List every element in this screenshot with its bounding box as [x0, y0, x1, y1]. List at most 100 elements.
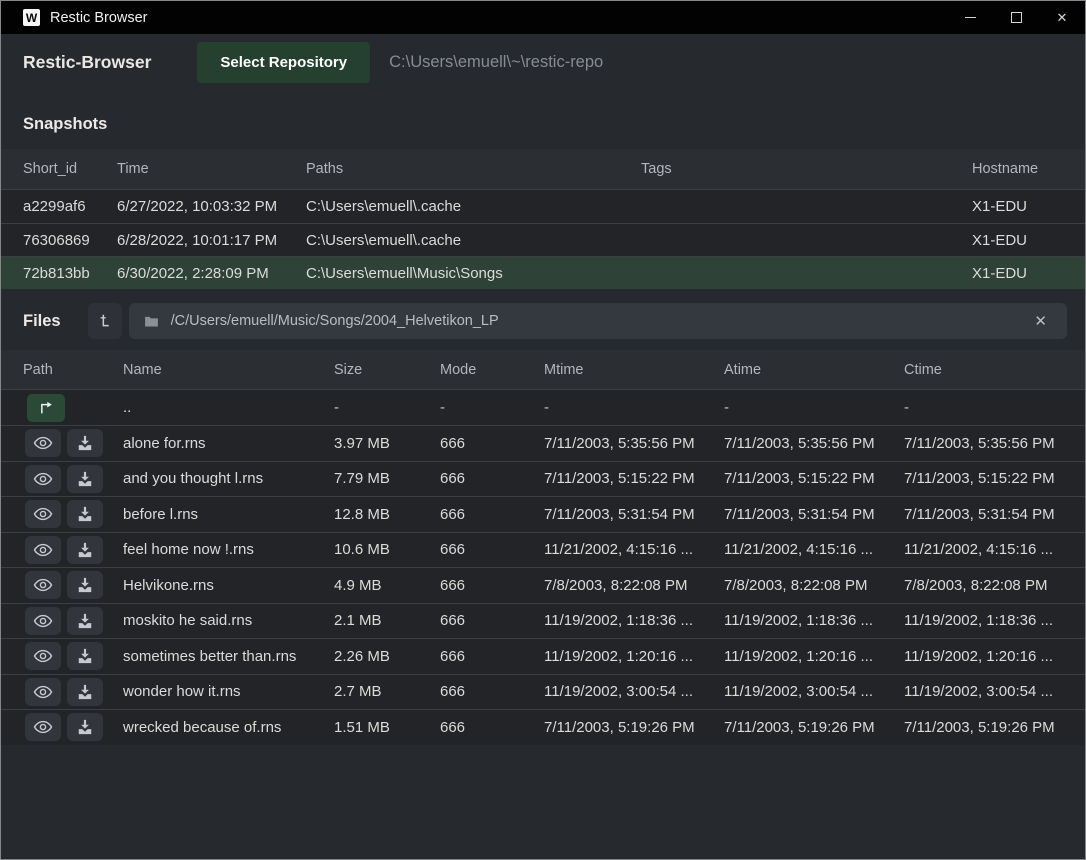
file-mtime: - [544, 399, 724, 416]
file-row[interactable]: moskito he said.rns 2.1 MB 666 11/19/200… [1, 603, 1085, 639]
close-icon: ✕ [1057, 10, 1068, 26]
column-paths: Paths [306, 161, 641, 177]
preview-file-button[interactable] [25, 642, 61, 670]
current-path-bar[interactable]: /C/Users/emuell/Music/Songs/2004_Helveti… [129, 303, 1067, 339]
eye-icon [33, 540, 53, 560]
download-file-button[interactable] [67, 571, 103, 599]
file-ctime: 7/11/2003, 5:19:26 PM [904, 719, 1085, 736]
preview-file-button[interactable] [25, 607, 61, 635]
file-ctime: 7/11/2003, 5:15:22 PM [904, 470, 1085, 487]
preview-file-button[interactable] [25, 500, 61, 528]
column-size: Size [334, 362, 440, 378]
file-ctime: - [904, 399, 1085, 416]
snapshot-hostname: X1-EDU [972, 232, 1085, 249]
snapshot-short-id: a2299af6 [23, 198, 117, 215]
file-actions [23, 465, 123, 493]
preview-file-button[interactable] [25, 678, 61, 706]
snapshots-heading: Snapshots [1, 91, 1085, 149]
file-atime: 7/11/2003, 5:35:56 PM [724, 435, 904, 452]
go-parent-directory-button[interactable] [27, 394, 65, 422]
file-row[interactable]: wonder how it.rns 2.7 MB 666 11/19/2002,… [1, 674, 1085, 710]
file-size: 2.1 MB [334, 612, 440, 629]
maximize-button[interactable] [993, 1, 1039, 34]
file-mode: 666 [440, 683, 544, 700]
parent-dir-icon [36, 398, 56, 418]
preview-file-button[interactable] [25, 429, 61, 457]
file-ctime: 7/11/2003, 5:35:56 PM [904, 435, 1085, 452]
file-size: 2.26 MB [334, 648, 440, 665]
app-window: W Restic Browser ✕ Restic-Browser Select… [0, 0, 1086, 860]
app-logo-icon: W [23, 9, 40, 26]
file-actions [23, 571, 123, 599]
maximize-icon [1011, 12, 1022, 23]
file-mtime: 7/11/2003, 5:19:26 PM [544, 719, 724, 736]
file-ctime: 7/8/2003, 8:22:08 PM [904, 577, 1085, 594]
file-mode: 666 [440, 541, 544, 558]
preview-file-button[interactable] [25, 536, 61, 564]
file-ctime: 11/19/2002, 1:18:36 ... [904, 612, 1085, 629]
file-atime: 7/11/2003, 5:19:26 PM [724, 719, 904, 736]
file-mtime: 7/11/2003, 5:35:56 PM [544, 435, 724, 452]
preview-file-button[interactable] [25, 571, 61, 599]
preview-file-button[interactable] [25, 713, 61, 741]
file-row[interactable]: alone for.rns 3.97 MB 666 7/11/2003, 5:3… [1, 425, 1085, 461]
empty-area [1, 745, 1085, 860]
download-file-button[interactable] [67, 607, 103, 635]
file-name: sometimes better than.rns [123, 648, 334, 665]
download-file-button[interactable] [67, 500, 103, 528]
snapshot-short-id: 72b813bb [23, 265, 117, 282]
download-icon [75, 575, 95, 595]
file-row[interactable]: sometimes better than.rns 2.26 MB 666 11… [1, 638, 1085, 674]
files-table-header: Path Name Size Mode Mtime Atime Ctime [1, 350, 1085, 390]
file-mode: 666 [440, 506, 544, 523]
file-row[interactable]: and you thought l.rns 7.79 MB 666 7/11/2… [1, 461, 1085, 497]
file-mtime: 7/8/2003, 8:22:08 PM [544, 577, 724, 594]
download-file-button[interactable] [67, 465, 103, 493]
download-file-button[interactable] [67, 536, 103, 564]
file-atime: 11/19/2002, 1:18:36 ... [724, 612, 904, 629]
snapshot-short-id: 76306869 [23, 232, 117, 249]
file-mtime: 7/11/2003, 5:15:22 PM [544, 470, 724, 487]
file-ctime: 11/19/2002, 3:00:54 ... [904, 683, 1085, 700]
file-atime: 7/11/2003, 5:15:22 PM [724, 470, 904, 487]
eye-icon [33, 575, 53, 595]
file-size: 3.97 MB [334, 435, 440, 452]
eye-icon [33, 469, 53, 489]
download-icon [75, 433, 95, 453]
clear-path-button[interactable]: ✕ [1028, 308, 1053, 334]
clear-icon: ✕ [1034, 313, 1047, 330]
minimize-button[interactable] [947, 1, 993, 34]
file-row[interactable]: wrecked because of.rns 1.51 MB 666 7/11/… [1, 709, 1085, 745]
download-file-button[interactable] [67, 713, 103, 741]
download-file-button[interactable] [67, 642, 103, 670]
file-mode: - [440, 399, 544, 416]
file-size: 12.8 MB [334, 506, 440, 523]
window-title: Restic Browser [50, 10, 148, 26]
file-row[interactable]: feel home now !.rns 10.6 MB 666 11/21/20… [1, 532, 1085, 568]
file-mode: 666 [440, 719, 544, 736]
file-row[interactable]: before l.rns 12.8 MB 666 7/11/2003, 5:31… [1, 496, 1085, 532]
file-size: - [334, 399, 440, 416]
column-mtime: Mtime [544, 362, 724, 378]
snapshot-paths: C:\Users\emuell\Music\Songs [306, 265, 641, 282]
close-button[interactable]: ✕ [1039, 1, 1085, 34]
parent-directory-row[interactable]: .. - - - - - [1, 390, 1085, 425]
select-repository-button[interactable]: Select Repository [197, 42, 370, 83]
file-actions [23, 678, 123, 706]
snapshot-row[interactable]: a2299af6 6/27/2022, 10:03:32 PM C:\Users… [1, 190, 1085, 223]
file-size: 10.6 MB [334, 541, 440, 558]
file-name: wonder how it.rns [123, 683, 334, 700]
file-mode: 666 [440, 435, 544, 452]
snapshots-table-header: Short_id Time Paths Tags Hostname [1, 149, 1085, 190]
file-name: moskito he said.rns [123, 612, 334, 629]
column-mode: Mode [440, 362, 544, 378]
file-row[interactable]: Helvikone.rns 4.9 MB 666 7/8/2003, 8:22:… [1, 567, 1085, 603]
preview-file-button[interactable] [25, 465, 61, 493]
eye-icon [33, 611, 53, 631]
snapshot-row-selected[interactable]: 72b813bb 6/30/2022, 2:28:09 PM C:\Users\… [1, 256, 1085, 289]
snapshot-row[interactable]: 76306869 6/28/2022, 10:01:17 PM C:\Users… [1, 223, 1085, 256]
files-action-button[interactable] [88, 303, 122, 339]
snapshot-time: 6/27/2022, 10:03:32 PM [117, 198, 306, 215]
download-file-button[interactable] [67, 678, 103, 706]
download-file-button[interactable] [67, 429, 103, 457]
